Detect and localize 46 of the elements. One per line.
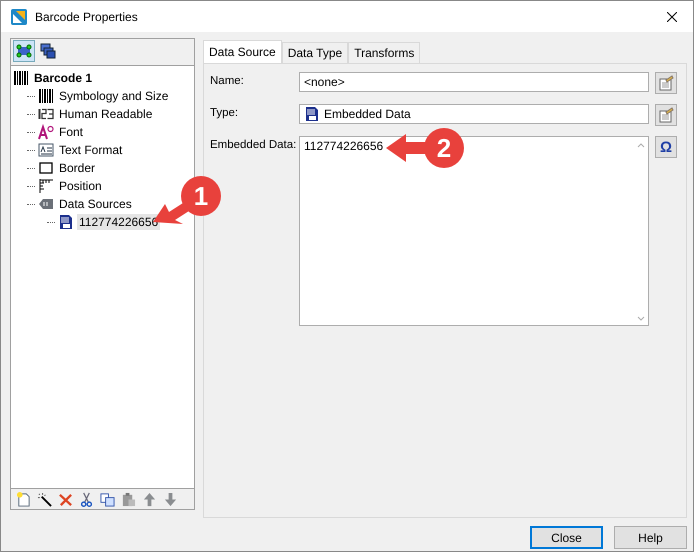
name-field[interactable]: <none> xyxy=(299,72,649,92)
dialog-button[interactable]: Close xyxy=(530,526,603,549)
type-field[interactable]: Embedded Data xyxy=(299,104,649,124)
close-icon[interactable] xyxy=(667,12,677,22)
tree-item[interactable]: Border xyxy=(57,160,98,176)
special-character-button[interactable]: Ω xyxy=(655,136,677,158)
field-value: Embedded Data xyxy=(324,107,411,121)
new-document-icon[interactable] xyxy=(16,492,31,506)
data-tag-icon xyxy=(38,196,54,212)
tree-item[interactable]: Symbology and Size xyxy=(57,88,170,104)
digits-icon xyxy=(38,106,54,122)
tab[interactable]: Data Type xyxy=(282,42,348,63)
tree-root-item[interactable]: Barcode 1 xyxy=(32,70,94,86)
document-icon xyxy=(58,214,74,230)
copy-icon[interactable] xyxy=(100,492,115,506)
barcode-icon xyxy=(13,70,29,86)
tree-item[interactable]: Data Sources xyxy=(57,196,134,212)
down-arrow-icon[interactable] xyxy=(163,492,178,506)
barcode-icon xyxy=(38,88,54,104)
ruler-icon xyxy=(38,178,54,194)
field-label: Name: xyxy=(210,74,245,87)
magic-wand-icon[interactable] xyxy=(37,492,52,506)
field-label: Embedded Data: xyxy=(210,138,298,151)
square-icon xyxy=(38,160,54,176)
app-icon xyxy=(11,8,27,24)
tab[interactable]: Data Source xyxy=(203,40,282,63)
tree-item[interactable]: Font xyxy=(57,124,86,140)
up-arrow-icon[interactable] xyxy=(142,492,157,506)
tree-item[interactable]: Text Format xyxy=(57,142,124,158)
document-icon xyxy=(304,106,320,122)
edit-button[interactable] xyxy=(655,72,677,94)
edit-button[interactable] xyxy=(655,104,677,126)
tree-item[interactable]: 112774226656 xyxy=(77,214,160,230)
paste-icon[interactable] xyxy=(121,492,136,506)
field-value: 112774226656 xyxy=(304,139,384,153)
cut-icon[interactable] xyxy=(79,492,94,506)
text-format-icon xyxy=(38,142,54,158)
field-label: Type: xyxy=(210,106,240,119)
tree-item[interactable]: Human Readable xyxy=(57,106,154,122)
window-title: Barcode Properties xyxy=(35,10,139,24)
dialog-button[interactable]: Help xyxy=(614,526,687,549)
delete-icon[interactable] xyxy=(58,492,73,506)
tab[interactable]: Transforms xyxy=(348,42,420,63)
tree-view-button[interactable] xyxy=(13,40,35,62)
tree-item[interactable]: Position xyxy=(57,178,104,194)
font-icon xyxy=(38,124,54,140)
